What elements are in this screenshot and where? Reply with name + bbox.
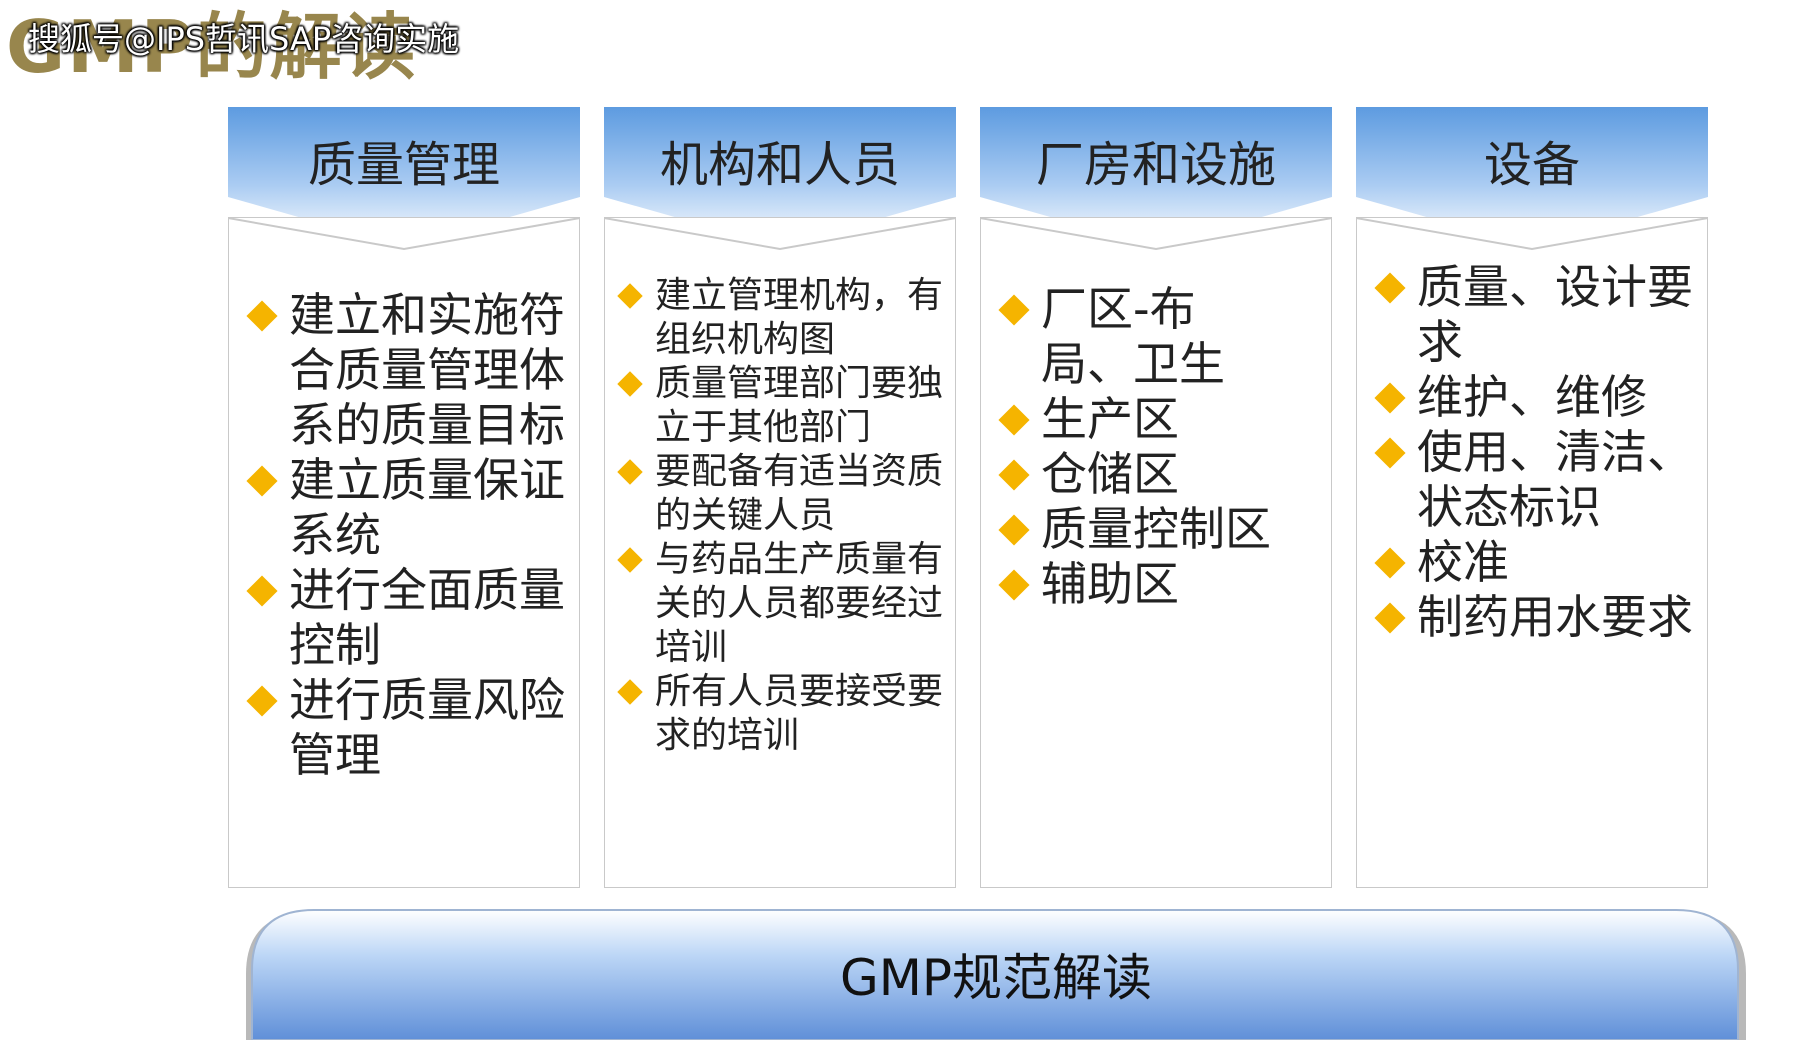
column-header-label: 机构和人员 [659, 137, 900, 193]
item-text: 厂区-布局、卫生 [1041, 282, 1225, 391]
list-item: 所有人员要接受要求的培训 [605, 670, 955, 758]
item-text: 使用、清洁、状态标识 [1417, 425, 1693, 534]
column-body: 建立管理机构，有组织机构图 质量管理部门要独立于其他部门 要配备有适当资质的关键… [604, 217, 956, 888]
item-text: 维护、维修 [1417, 370, 1647, 424]
item-text: 建立和实施符合质量管理体系的质量目标 [289, 288, 565, 452]
list-item: 建立管理机构，有组织机构图 [605, 274, 955, 362]
list-item: 质量管理部门要独立于其他部门 [605, 362, 955, 450]
list-item: 建立和实施符合质量管理体系的质量目标 [229, 288, 579, 453]
item-text: 所有人员要接受要求的培训 [655, 671, 944, 756]
item-text: 与药品生产质量有关的人员都要经过培训 [655, 539, 944, 668]
column-body: 建立和实施符合质量管理体系的质量目标 建立质量保证系统 进行全面质量控制 进行质… [228, 217, 580, 888]
body-notch-shape [980, 217, 1332, 251]
item-text: 要配备有适当资质的关键人员 [655, 451, 944, 536]
item-text: 校准 [1417, 535, 1509, 589]
body-notch-shape [604, 217, 956, 251]
item-list: 质量、设计要求 维护、维修 使用、清洁、状态标识 校准 制药用水要求 [1357, 260, 1707, 645]
list-item: 仓储区 [981, 447, 1331, 502]
item-list: 厂区-布局、卫生 生产区 仓储区 质量控制区 辅助区 [981, 282, 1331, 612]
gmp-banner: GMP规范解读 [242, 908, 1750, 1040]
item-text: 质量、设计要求 [1417, 260, 1693, 369]
list-item: 建立质量保证系统 [229, 453, 579, 563]
column-body: 厂区-布局、卫生 生产区 仓储区 质量控制区 辅助区 [980, 217, 1332, 888]
item-text: 生产区 [1041, 392, 1179, 446]
list-item: 校准 [1357, 535, 1707, 590]
item-text: 建立质量保证系统 [289, 453, 565, 562]
list-item: 制药用水要求 [1357, 590, 1707, 645]
item-text: 质量控制区 [1041, 502, 1271, 556]
list-item: 生产区 [981, 392, 1331, 447]
column-header-label: 厂房和设施 [1035, 137, 1276, 193]
list-item: 要配备有适当资质的关键人员 [605, 450, 955, 538]
item-text: 质量管理部门要独立于其他部门 [655, 363, 944, 448]
column-facilities: 厂房和设施 厂区-布局、卫生 生产区 仓储区 质量控制区 辅助区 [980, 107, 1332, 888]
item-text: 制药用水要求 [1417, 590, 1693, 644]
list-item: 辅助区 [981, 557, 1331, 612]
list-item: 厂区-布局、卫生 [981, 282, 1331, 392]
list-item: 质量控制区 [981, 502, 1331, 557]
item-text: 辅助区 [1041, 557, 1179, 611]
body-notch-shape [1356, 217, 1708, 251]
item-text: 进行质量风险管理 [289, 673, 565, 782]
column-organization-personnel: 机构和人员 建立管理机构，有组织机构图 质量管理部门要独立于其他部门 要配备有适… [604, 107, 956, 888]
item-text: 进行全面质量控制 [289, 563, 565, 672]
list-item: 使用、清洁、状态标识 [1357, 425, 1707, 535]
item-list: 建立和实施符合质量管理体系的质量目标 建立质量保证系统 进行全面质量控制 进行质… [229, 288, 579, 783]
watermark: 搜狐号@IPS哲讯SAP咨询实施 [28, 20, 460, 58]
item-text: 仓储区 [1041, 447, 1179, 501]
list-item: 进行全面质量控制 [229, 563, 579, 673]
list-item: 与药品生产质量有关的人员都要经过培训 [605, 538, 955, 670]
list-item: 进行质量风险管理 [229, 673, 579, 783]
list-item: 维护、维修 [1357, 370, 1707, 425]
column-header-label: 设备 [1483, 137, 1580, 193]
body-notch-shape [228, 217, 580, 251]
item-list: 建立管理机构，有组织机构图 质量管理部门要独立于其他部门 要配备有适当资质的关键… [605, 274, 955, 758]
column-quality-management: 质量管理 建立和实施符合质量管理体系的质量目标 建立质量保证系统 进行全面质量控… [228, 107, 580, 888]
list-item: 质量、设计要求 [1357, 260, 1707, 370]
banner-label: GMP规范解读 [839, 949, 1153, 1007]
column-body: 质量、设计要求 维护、维修 使用、清洁、状态标识 校准 制药用水要求 [1356, 217, 1708, 888]
item-text: 建立管理机构，有组织机构图 [655, 275, 944, 360]
column-header-label: 质量管理 [307, 137, 500, 193]
column-equipment: 设备 质量、设计要求 维护、维修 使用、清洁、状态标识 校准 制药用水要求 [1356, 107, 1708, 888]
